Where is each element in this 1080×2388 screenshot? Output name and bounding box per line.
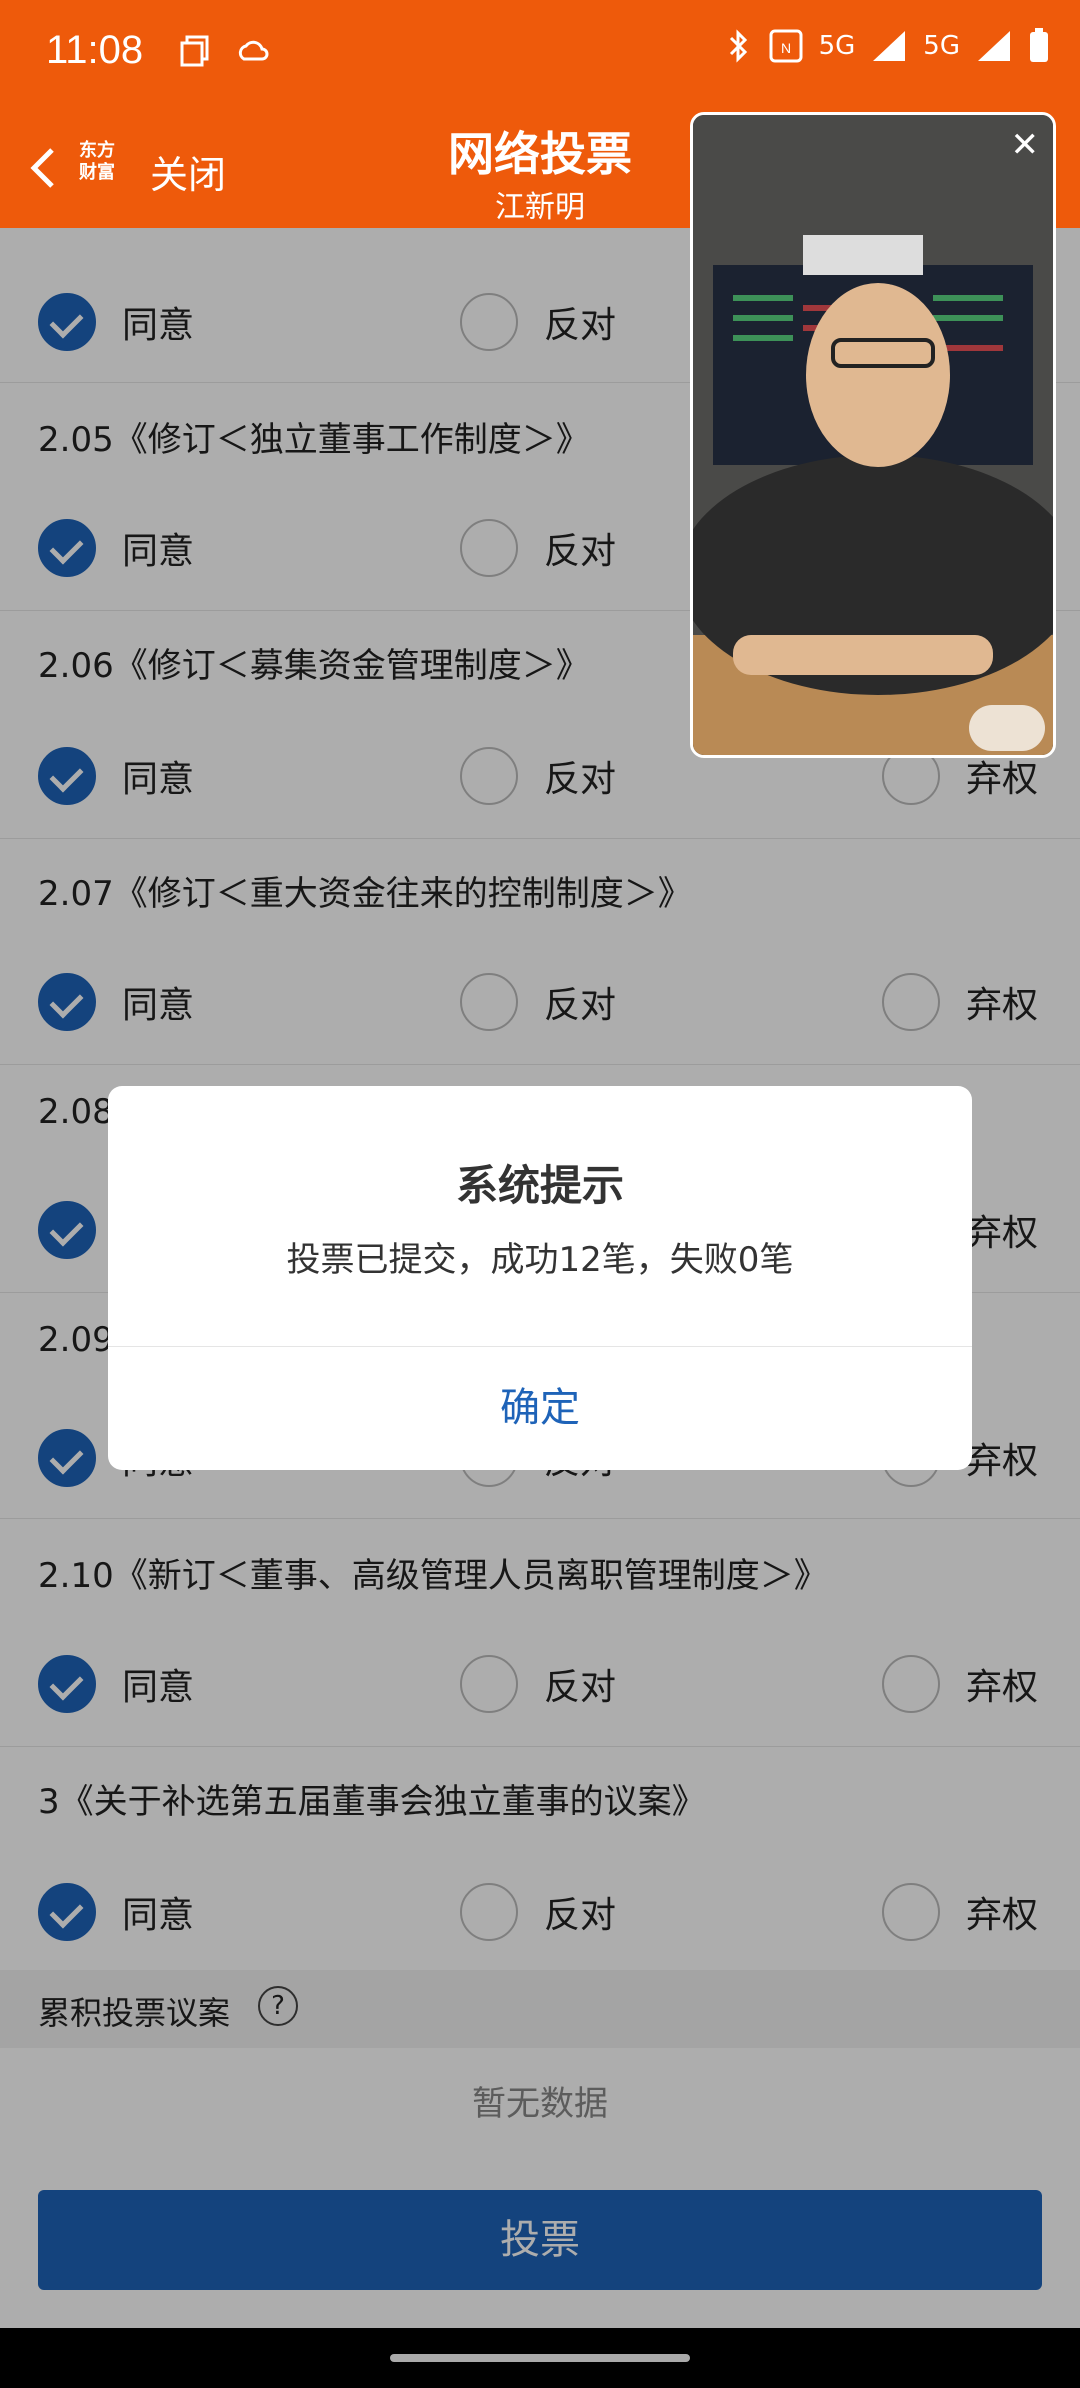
status-right: N 5G 5G — [725, 28, 1050, 64]
nfc-icon: N — [769, 29, 803, 63]
network-5g-label: 5G — [818, 31, 856, 61]
speaker-icon[interactable] — [969, 705, 1045, 751]
status-time: 11:08 — [46, 28, 144, 72]
close-video-icon[interactable]: ✕ — [1011, 125, 1040, 165]
signal-icon-2 — [978, 31, 1010, 61]
dialog-title: 系统提示 — [455, 1161, 624, 1210]
svg-text:N: N — [781, 40, 791, 56]
signal-icon — [873, 31, 906, 61]
copy-icon — [180, 35, 209, 67]
system-nav-bar — [0, 2328, 1080, 2388]
cloud-icon — [238, 40, 269, 61]
home-gesture-bar[interactable] — [390, 2354, 690, 2362]
network-5g-label-2: 5G — [923, 31, 960, 61]
dialog-message: 投票已提交，成功12笔，失败0笔 — [286, 1240, 794, 1280]
bluetooth-icon — [729, 29, 747, 63]
video-frame — [693, 115, 1053, 755]
floating-video[interactable]: ✕ — [690, 112, 1056, 758]
battery-icon — [1030, 28, 1048, 62]
system-dialog: 系统提示 投票已提交，成功12笔，失败0笔 确定 — [108, 1086, 972, 1470]
status-bar: 11:08 N 5G 5G — [0, 0, 1080, 110]
confirm-button[interactable]: 确定 — [108, 1346, 972, 1470]
